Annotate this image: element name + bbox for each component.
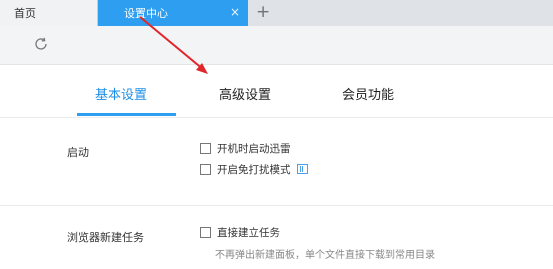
- tab-close-icon[interactable]: ×: [230, 4, 240, 20]
- new-tab-button[interactable]: +: [256, 2, 270, 22]
- section-label-browser-task: 浏览器新建任务: [67, 231, 144, 244]
- refresh-icon[interactable]: [32, 35, 50, 53]
- option-direct-task-hint: 不再弹出新建面板，单个文件直接下载到常用目录: [215, 250, 435, 261]
- tab-settings-label: 设置中心: [124, 7, 168, 20]
- option-direct-task-label: 直接建立任务: [217, 226, 280, 239]
- option-dnd-label: 开启免打扰模式: [217, 163, 291, 176]
- settings-nav: 基本设置 高级设置 会员功能: [0, 65, 553, 118]
- tab-settings-center[interactable]: 设置中心 ×: [98, 0, 248, 26]
- toolbar: [0, 26, 553, 65]
- option-do-not-disturb[interactable]: 开启免打扰模式: [200, 162, 308, 176]
- nav-tab-member-features[interactable]: 会员功能: [342, 84, 394, 103]
- tab-strip: 首页 设置中心 × +: [0, 0, 553, 26]
- checkbox-autostart[interactable]: [200, 142, 211, 154]
- active-tab-indicator: [77, 113, 176, 116]
- tab-home-label: 首页: [14, 7, 36, 20]
- info-icon[interactable]: [296, 164, 308, 174]
- option-direct-task[interactable]: 直接建立任务: [200, 225, 280, 239]
- option-autostart[interactable]: 开机时启动迅雷: [200, 141, 291, 155]
- section-divider: [0, 205, 553, 206]
- option-autostart-label: 开机时启动迅雷: [217, 142, 291, 155]
- checkbox-do-not-disturb[interactable]: [200, 163, 211, 175]
- checkbox-direct-task[interactable]: [200, 226, 211, 238]
- nav-tab-advanced-settings[interactable]: 高级设置: [219, 84, 271, 103]
- nav-tab-basic-settings[interactable]: 基本设置: [95, 84, 147, 103]
- section-label-startup: 启动: [67, 146, 89, 159]
- tab-home[interactable]: 首页: [0, 0, 98, 26]
